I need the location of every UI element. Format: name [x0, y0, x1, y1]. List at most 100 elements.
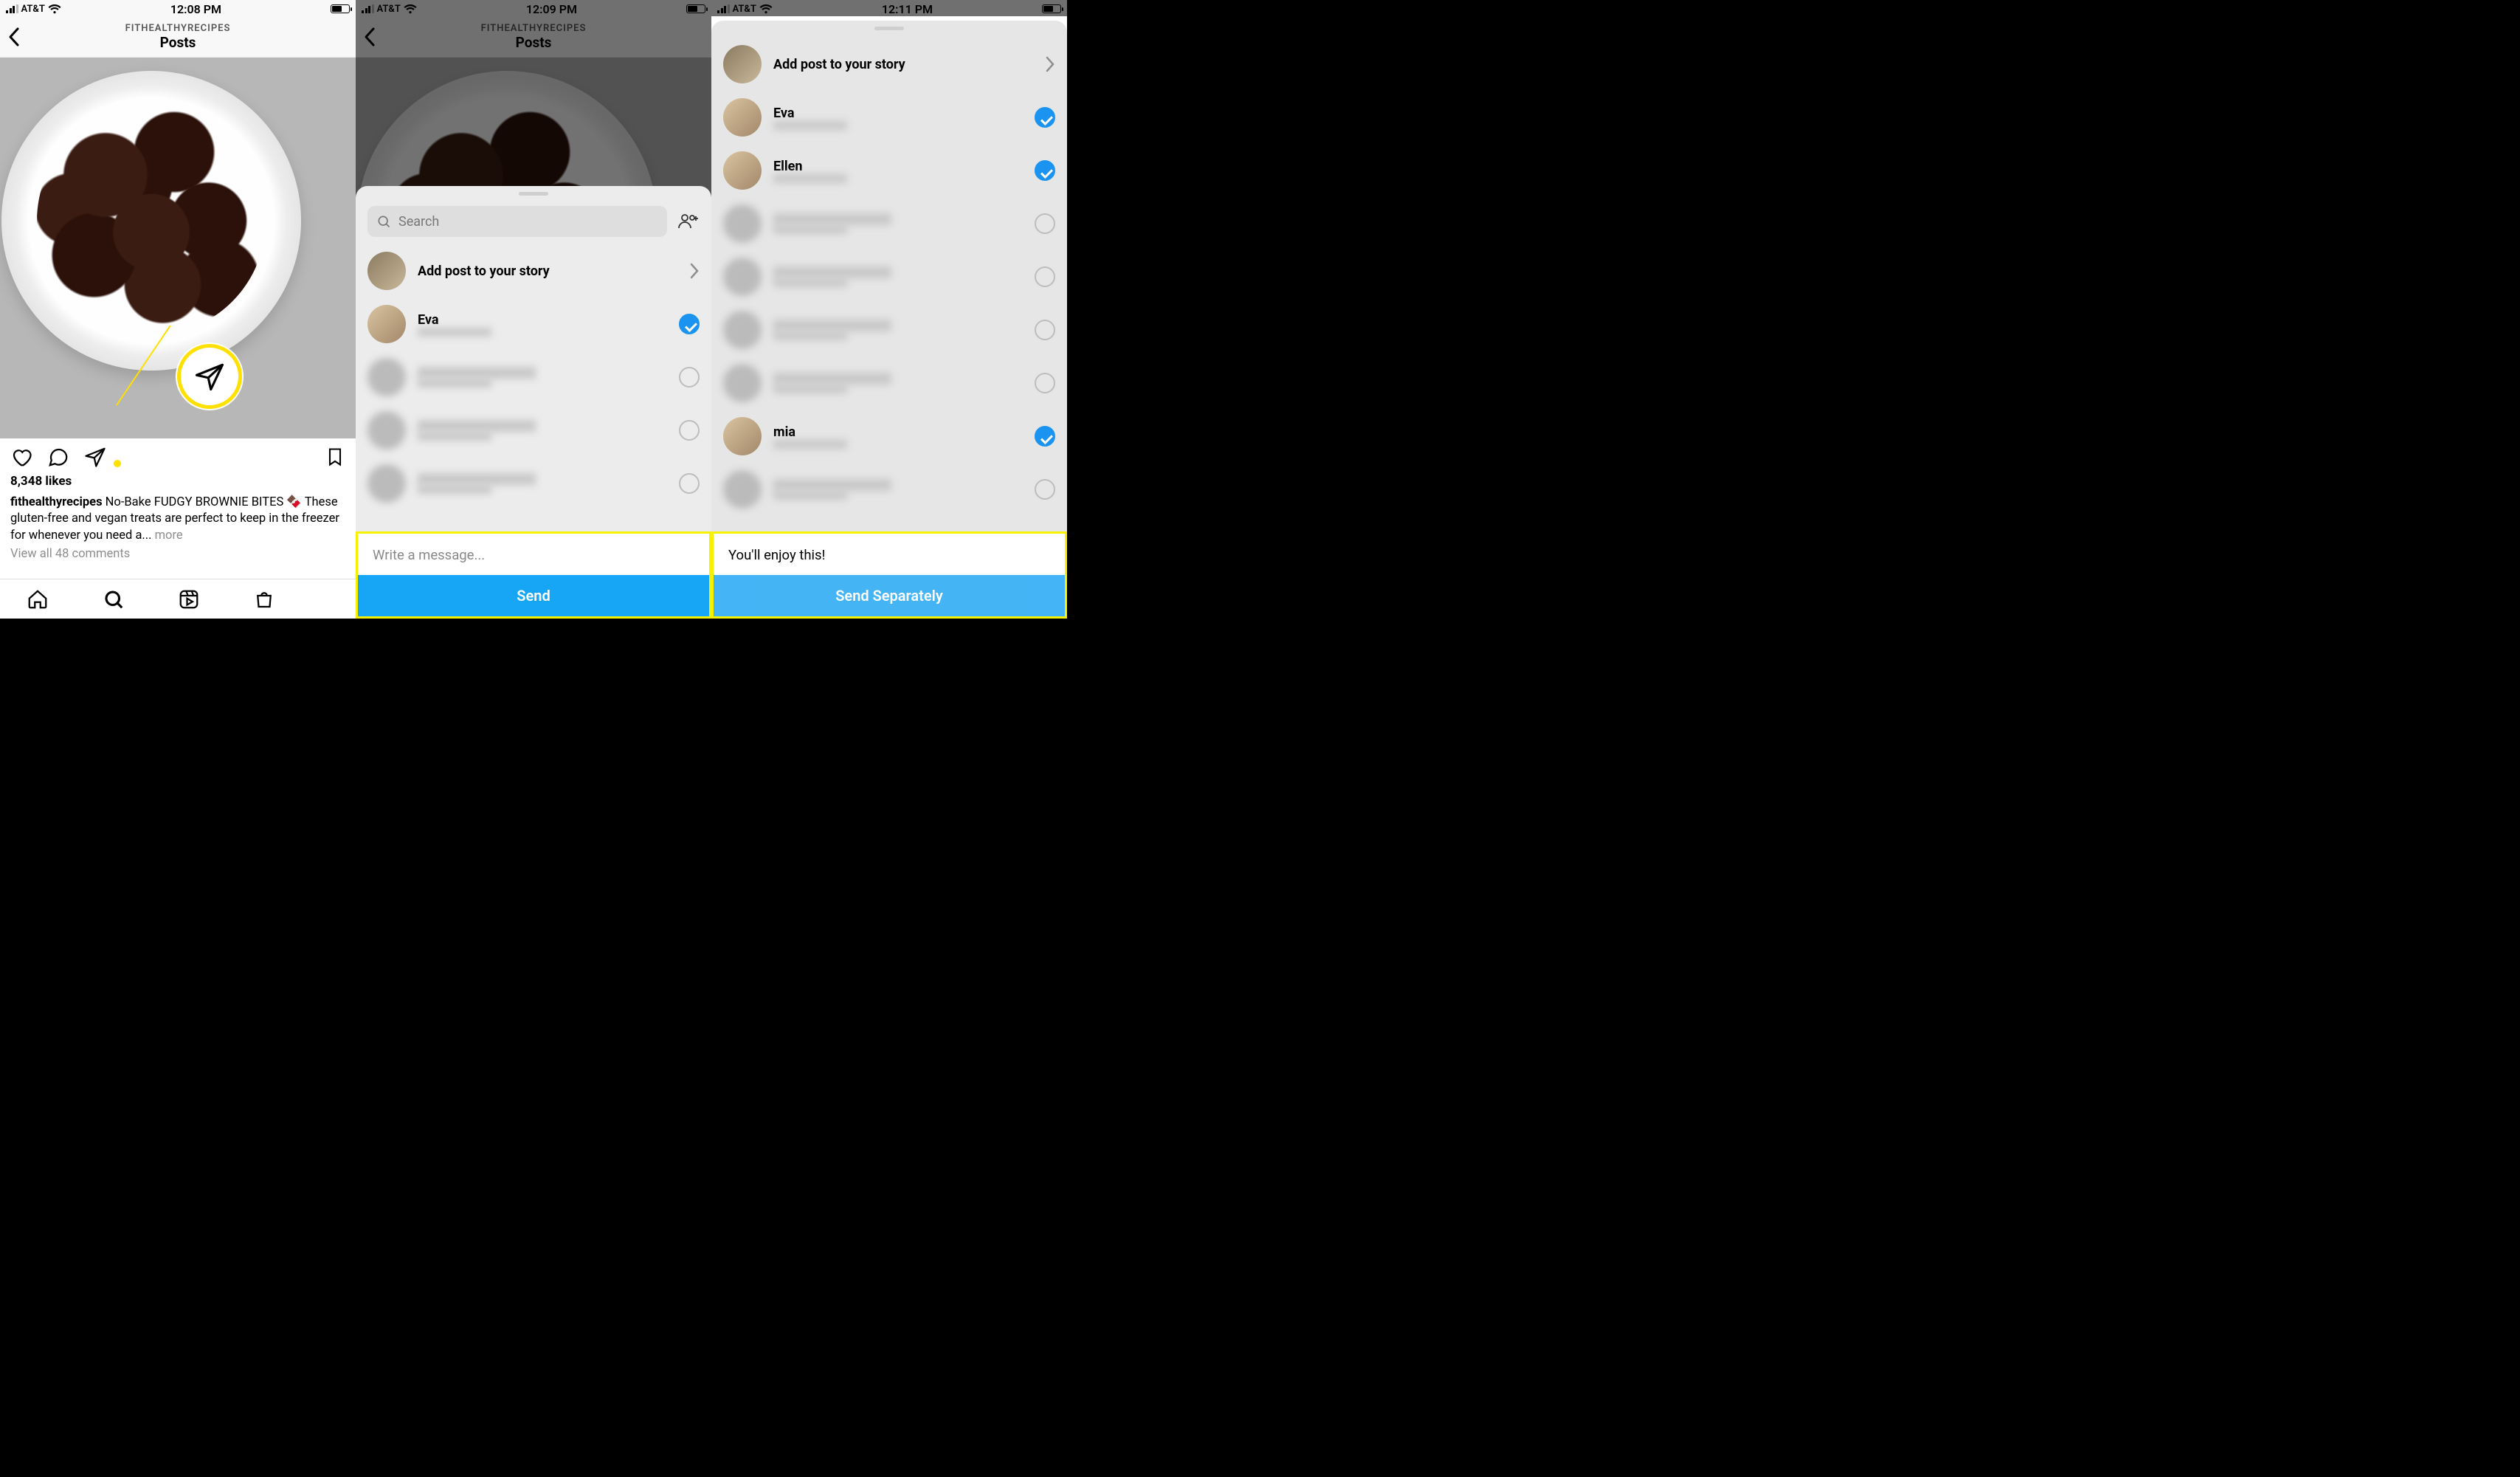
nav-header: FITHEALTHYRECIPES Posts: [0, 16, 356, 58]
select-radio[interactable]: [679, 367, 700, 388]
person-name: Eva: [418, 312, 491, 328]
save-icon[interactable]: [325, 447, 345, 467]
person-name: [773, 266, 891, 278]
status-bar: AT&T 12:08 PM: [0, 0, 356, 16]
search-placeholder: Search: [398, 214, 439, 230]
person-handle: [773, 331, 847, 340]
send-button[interactable]: Send: [358, 575, 709, 616]
person-name: [773, 213, 891, 225]
shop-icon[interactable]: [253, 588, 275, 610]
person-row[interactable]: Eva: [711, 91, 1067, 144]
panel-share-sheet-expanded: AT&T12:11 PM Add post to your story EvaE…: [711, 0, 1067, 619]
post-caption[interactable]: fithealthyrecipes No-Bake FUDGY BROWNIE …: [0, 490, 356, 545]
message-input[interactable]: Write a message...: [358, 534, 709, 575]
user-avatar: [367, 252, 406, 290]
person-row[interactable]: [711, 357, 1067, 410]
add-to-story-label: Add post to your story: [773, 57, 905, 72]
select-radio[interactable]: [1035, 107, 1055, 128]
message-area: Write a message... Send: [356, 531, 711, 619]
person-handle: [773, 174, 847, 183]
sheet-grabber[interactable]: [519, 192, 548, 196]
reels-icon[interactable]: [178, 588, 200, 610]
battery-icon: [331, 4, 350, 13]
header-account: FITHEALTHYRECIPES: [125, 23, 231, 34]
select-radio[interactable]: [1035, 266, 1055, 287]
tab-bar: [0, 579, 356, 619]
select-radio[interactable]: [1035, 320, 1055, 340]
like-icon[interactable]: [10, 446, 32, 468]
person-avatar: [723, 151, 762, 190]
person-row[interactable]: Eva: [356, 297, 711, 351]
person-handle: [773, 121, 847, 130]
share-icon[interactable]: [84, 446, 106, 468]
select-radio[interactable]: [1035, 426, 1055, 447]
person-handle: [773, 225, 847, 234]
person-row[interactable]: [711, 463, 1067, 516]
select-radio[interactable]: [1035, 160, 1055, 181]
chevron-right-icon: [1045, 56, 1055, 72]
caption-username[interactable]: fithealthyrecipes: [10, 495, 103, 509]
person-name: [418, 473, 536, 485]
share-icon: [194, 361, 225, 392]
person-avatar: [723, 364, 762, 402]
likes-count[interactable]: 8,348 likes: [0, 472, 356, 490]
carrier-label: AT&T: [21, 4, 45, 15]
search-icon: [376, 214, 391, 229]
person-name: [773, 373, 891, 385]
person-row[interactable]: [711, 250, 1067, 303]
home-icon[interactable]: [27, 588, 49, 610]
add-to-story-row[interactable]: Add post to your story: [711, 33, 1067, 91]
person-row[interactable]: [356, 351, 711, 404]
chevron-right-icon: [689, 263, 700, 279]
person-avatar: [367, 464, 406, 503]
select-radio[interactable]: [679, 420, 700, 441]
person-name: mia: [773, 424, 847, 440]
person-row[interactable]: [356, 457, 711, 510]
wifi-icon: [48, 4, 61, 14]
message-input[interactable]: You'll enjoy this!: [714, 534, 1065, 575]
select-radio[interactable]: [679, 473, 700, 494]
create-group-icon[interactable]: [677, 212, 700, 231]
person-avatar: [723, 258, 762, 296]
comment-icon[interactable]: [47, 446, 69, 468]
person-name: Ellen: [773, 159, 847, 174]
person-row[interactable]: [356, 404, 711, 457]
person-name: Eva: [773, 106, 847, 121]
caption-more[interactable]: more: [155, 529, 183, 543]
person-row[interactable]: [711, 197, 1067, 250]
person-handle: [418, 485, 491, 494]
person-row[interactable]: Ellen: [711, 144, 1067, 197]
person-handle: [418, 328, 491, 337]
panel-share-sheet: AT&T12:09 PM FITHEALTHYRECIPESPosts Sear…: [356, 0, 711, 619]
share-sheet-expanded: Add post to your story Eva Ellen mia: [711, 21, 1067, 619]
view-comments[interactable]: View all 48 comments: [0, 545, 356, 562]
sheet-grabber[interactable]: [874, 27, 904, 30]
person-avatar: [723, 204, 762, 243]
person-handle: [773, 385, 847, 393]
person-avatar: [723, 417, 762, 455]
add-to-story-label: Add post to your story: [418, 264, 550, 279]
person-row[interactable]: [711, 303, 1067, 357]
person-handle: [418, 379, 491, 388]
header-title: Posts: [160, 34, 196, 51]
person-avatar: [367, 358, 406, 396]
person-avatar: [723, 470, 762, 509]
search-tab-icon[interactable]: [103, 588, 125, 610]
select-radio[interactable]: [679, 314, 700, 334]
post-image[interactable]: [0, 58, 356, 438]
search-input[interactable]: Search: [367, 206, 667, 237]
person-name: [418, 367, 536, 379]
status-time: 12:08 PM: [170, 2, 221, 16]
person-row[interactable]: mia: [711, 410, 1067, 463]
person-avatar: [723, 98, 762, 137]
add-to-story-row[interactable]: Add post to your story: [356, 244, 711, 297]
person-handle: [418, 432, 491, 441]
back-button[interactable]: [7, 27, 22, 47]
send-separately-button[interactable]: Send Separately: [714, 575, 1065, 616]
select-radio[interactable]: [1035, 479, 1055, 500]
select-radio[interactable]: [1035, 213, 1055, 234]
person-avatar: [723, 311, 762, 349]
select-radio[interactable]: [1035, 373, 1055, 393]
share-icon-callout: [177, 344, 242, 409]
person-handle: [773, 440, 847, 449]
